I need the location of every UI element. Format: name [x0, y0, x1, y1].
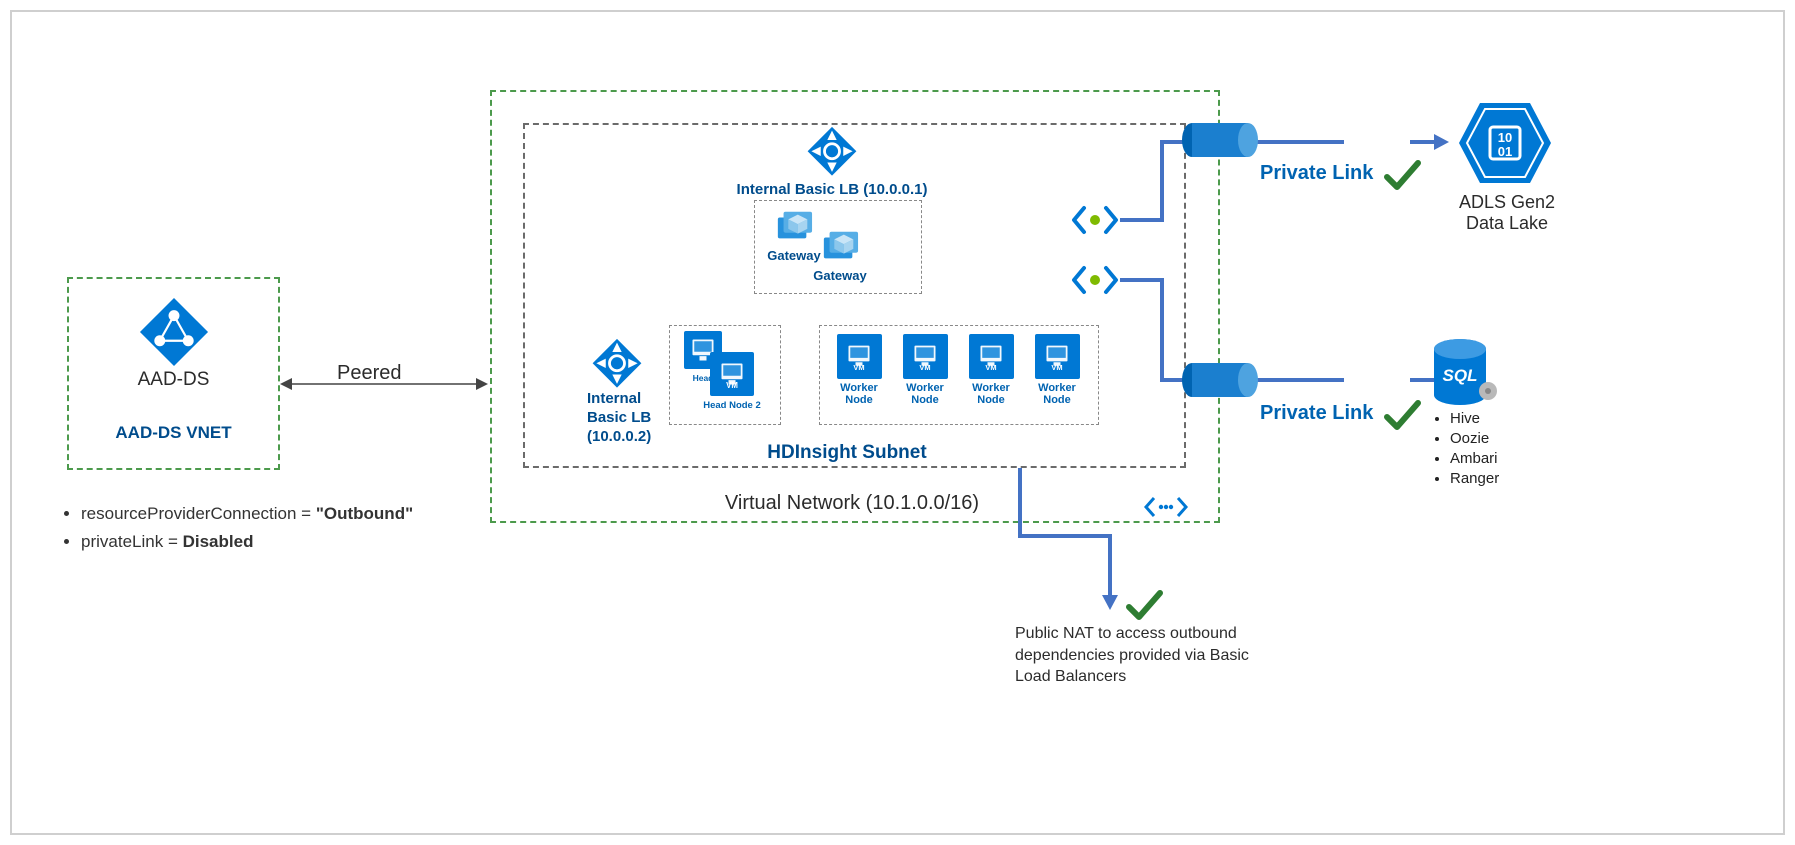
svg-text:01: 01 — [1498, 144, 1512, 159]
svg-text:10: 10 — [1498, 130, 1512, 145]
worker-node-3: VM Worker Node — [961, 334, 1021, 404]
sql-item-ambari: Ambari — [1450, 450, 1499, 467]
aad-ds-vnet-label: AAD-DS VNET — [69, 423, 278, 443]
worker-node-label: Worker Node — [1038, 382, 1076, 406]
load-balancer-icon-2 — [587, 337, 647, 389]
diagram-frame: AAD-DS AAD-DS VNET Peered resourceProvid… — [10, 10, 1785, 835]
private-link-pipe-2 — [1180, 360, 1260, 400]
worker-node-label: Worker Node — [840, 382, 878, 406]
head-node-2: VM Head Node 2 — [702, 352, 762, 422]
svg-text:SQL: SQL — [1443, 366, 1478, 385]
cfg-rp: resourceProviderConnection = "Outbound" — [81, 504, 413, 524]
lb1-label: Internal Basic LB (10.0.0.1) — [712, 181, 952, 198]
sql-item-oozie: Oozie — [1450, 430, 1499, 447]
worker-node-label: Worker Node — [972, 382, 1010, 406]
svg-text:VM: VM — [853, 363, 864, 371]
svg-text:VM: VM — [1051, 363, 1062, 371]
private-endpoint-icon-2 — [1070, 262, 1120, 298]
load-balancer-icon-1 — [802, 125, 862, 177]
peered-label: Peered — [337, 362, 402, 385]
gateway-2-label: Gateway — [813, 268, 866, 283]
vnet-icon — [1142, 490, 1190, 529]
sql-db-icon: SQL — [1430, 337, 1500, 416]
vm-icon: VM — [969, 334, 1014, 379]
subnet-label: HDInsight Subnet — [732, 442, 962, 464]
aad-ds-vnet-box: AAD-DS AAD-DS VNET — [67, 277, 280, 470]
svg-text:VM: VM — [919, 363, 930, 371]
config-notes: resourceProviderConnection = "Outbound" … — [57, 504, 413, 560]
aad-ds-title: AAD-DS — [69, 369, 278, 391]
worker-node-2: VM Worker Node — [895, 334, 955, 404]
sql-component-list: Hive Oozie Ambari Ranger — [1430, 410, 1499, 490]
worker-node-label: Worker Node — [906, 382, 944, 406]
vm-icon: VM — [1035, 334, 1080, 379]
sql-item-hive: Hive — [1450, 410, 1499, 427]
aad-ds-icon — [139, 297, 209, 367]
nat-note: Public NAT to access outbound dependenci… — [1015, 623, 1275, 688]
cube-icon — [775, 208, 813, 246]
private-link-label-1: Private Link — [1260, 162, 1373, 185]
sql-item-ranger: Ranger — [1450, 470, 1499, 487]
svg-text:VM: VM — [726, 381, 738, 388]
check-icon-3 — [1124, 585, 1164, 625]
vm-icon: VM — [837, 334, 882, 379]
worker-node-4: VM Worker Node — [1027, 334, 1087, 404]
head-node-2-label: Head Node 2 — [703, 400, 761, 411]
cfg-pl: privateLink = Disabled — [81, 532, 413, 552]
private-endpoint-icon-1 — [1070, 202, 1120, 238]
check-icon-1 — [1382, 155, 1422, 195]
vnet-label: Virtual Network (10.1.0.0/16) — [712, 492, 992, 515]
lb2-label: Internal Basic LB (10.0.0.2) — [587, 390, 651, 446]
svg-text:VM: VM — [985, 363, 996, 371]
worker-node-1: VM Worker Node — [829, 334, 889, 404]
gateway-2: Gateway — [810, 228, 870, 283]
private-link-pipe-1 — [1180, 120, 1260, 160]
private-link-label-2: Private Link — [1260, 402, 1373, 425]
check-icon-2 — [1382, 395, 1422, 435]
vm-icon: VM — [710, 352, 754, 396]
adls-icon: 10 01 — [1455, 99, 1555, 192]
cube-icon — [821, 228, 859, 266]
vm-icon: VM — [903, 334, 948, 379]
adls-label: ADLS Gen2 Data Lake — [1442, 192, 1572, 234]
